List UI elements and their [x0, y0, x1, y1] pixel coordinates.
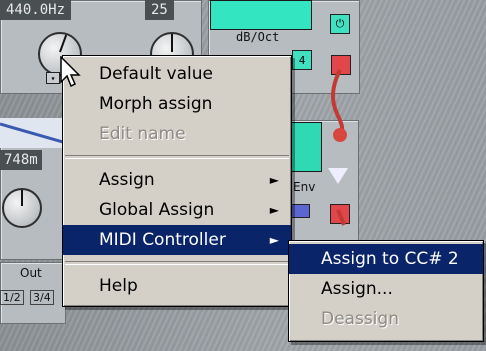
menu-item-default-value[interactable]: Default value [63, 59, 291, 89]
envelope-display [290, 122, 322, 172]
submenu-arrow-icon: ► [269, 173, 279, 187]
frequency-readout[interactable]: 440.0Hz [0, 0, 72, 20]
menu-item-help[interactable]: Help [63, 271, 291, 301]
menu-item-assign[interactable]: Assign ► [63, 165, 291, 195]
slope-label: dB/Oct [236, 30, 280, 44]
menu-separator [65, 155, 289, 159]
out-channel-3-4[interactable]: 3/4 [30, 290, 54, 305]
env-blue-button[interactable] [290, 204, 310, 218]
filter-display [210, 0, 312, 30]
menu-item-edit-name: Edit name [99, 124, 186, 144]
power-button[interactable]: ⏻ [330, 14, 350, 34]
midi-controller-submenu: Assign to CC# 2 Assign... Deassign [288, 240, 484, 342]
submenu-item-assign[interactable]: Assign... [289, 274, 483, 304]
time-knob[interactable] [2, 188, 42, 228]
menu-separator [65, 261, 289, 265]
submenu-item-deassign: Deassign [321, 309, 399, 329]
mouse-cursor-icon [60, 56, 81, 88]
env-label: Env [293, 180, 316, 194]
knob-dropdown-button[interactable]: ▾ [46, 72, 60, 84]
value-4-box[interactable]: 4 [292, 50, 312, 70]
out-channel-1-2[interactable]: 1/2 [0, 290, 24, 305]
submenu-arrow-icon: ► [269, 233, 279, 247]
menu-item-morph-assign[interactable]: Morph assign [63, 89, 291, 119]
submenu-arrow-icon: ► [269, 203, 279, 217]
submenu-item-assign-to-cc[interactable]: Assign to CC# 2 [289, 244, 483, 274]
second-readout[interactable]: 25 [145, 0, 174, 20]
menu-item-midi-controller[interactable]: MIDI Controller ► [63, 225, 291, 255]
patch-cable[interactable] [320, 60, 360, 230]
context-menu: Default value Morph assign Edit name Ass… [62, 55, 292, 307]
lfo-waveform-display [0, 118, 71, 148]
time-readout[interactable]: 748m [0, 150, 42, 170]
menu-item-global-assign[interactable]: Global Assign ► [63, 195, 291, 225]
out-label: Out [20, 266, 42, 280]
